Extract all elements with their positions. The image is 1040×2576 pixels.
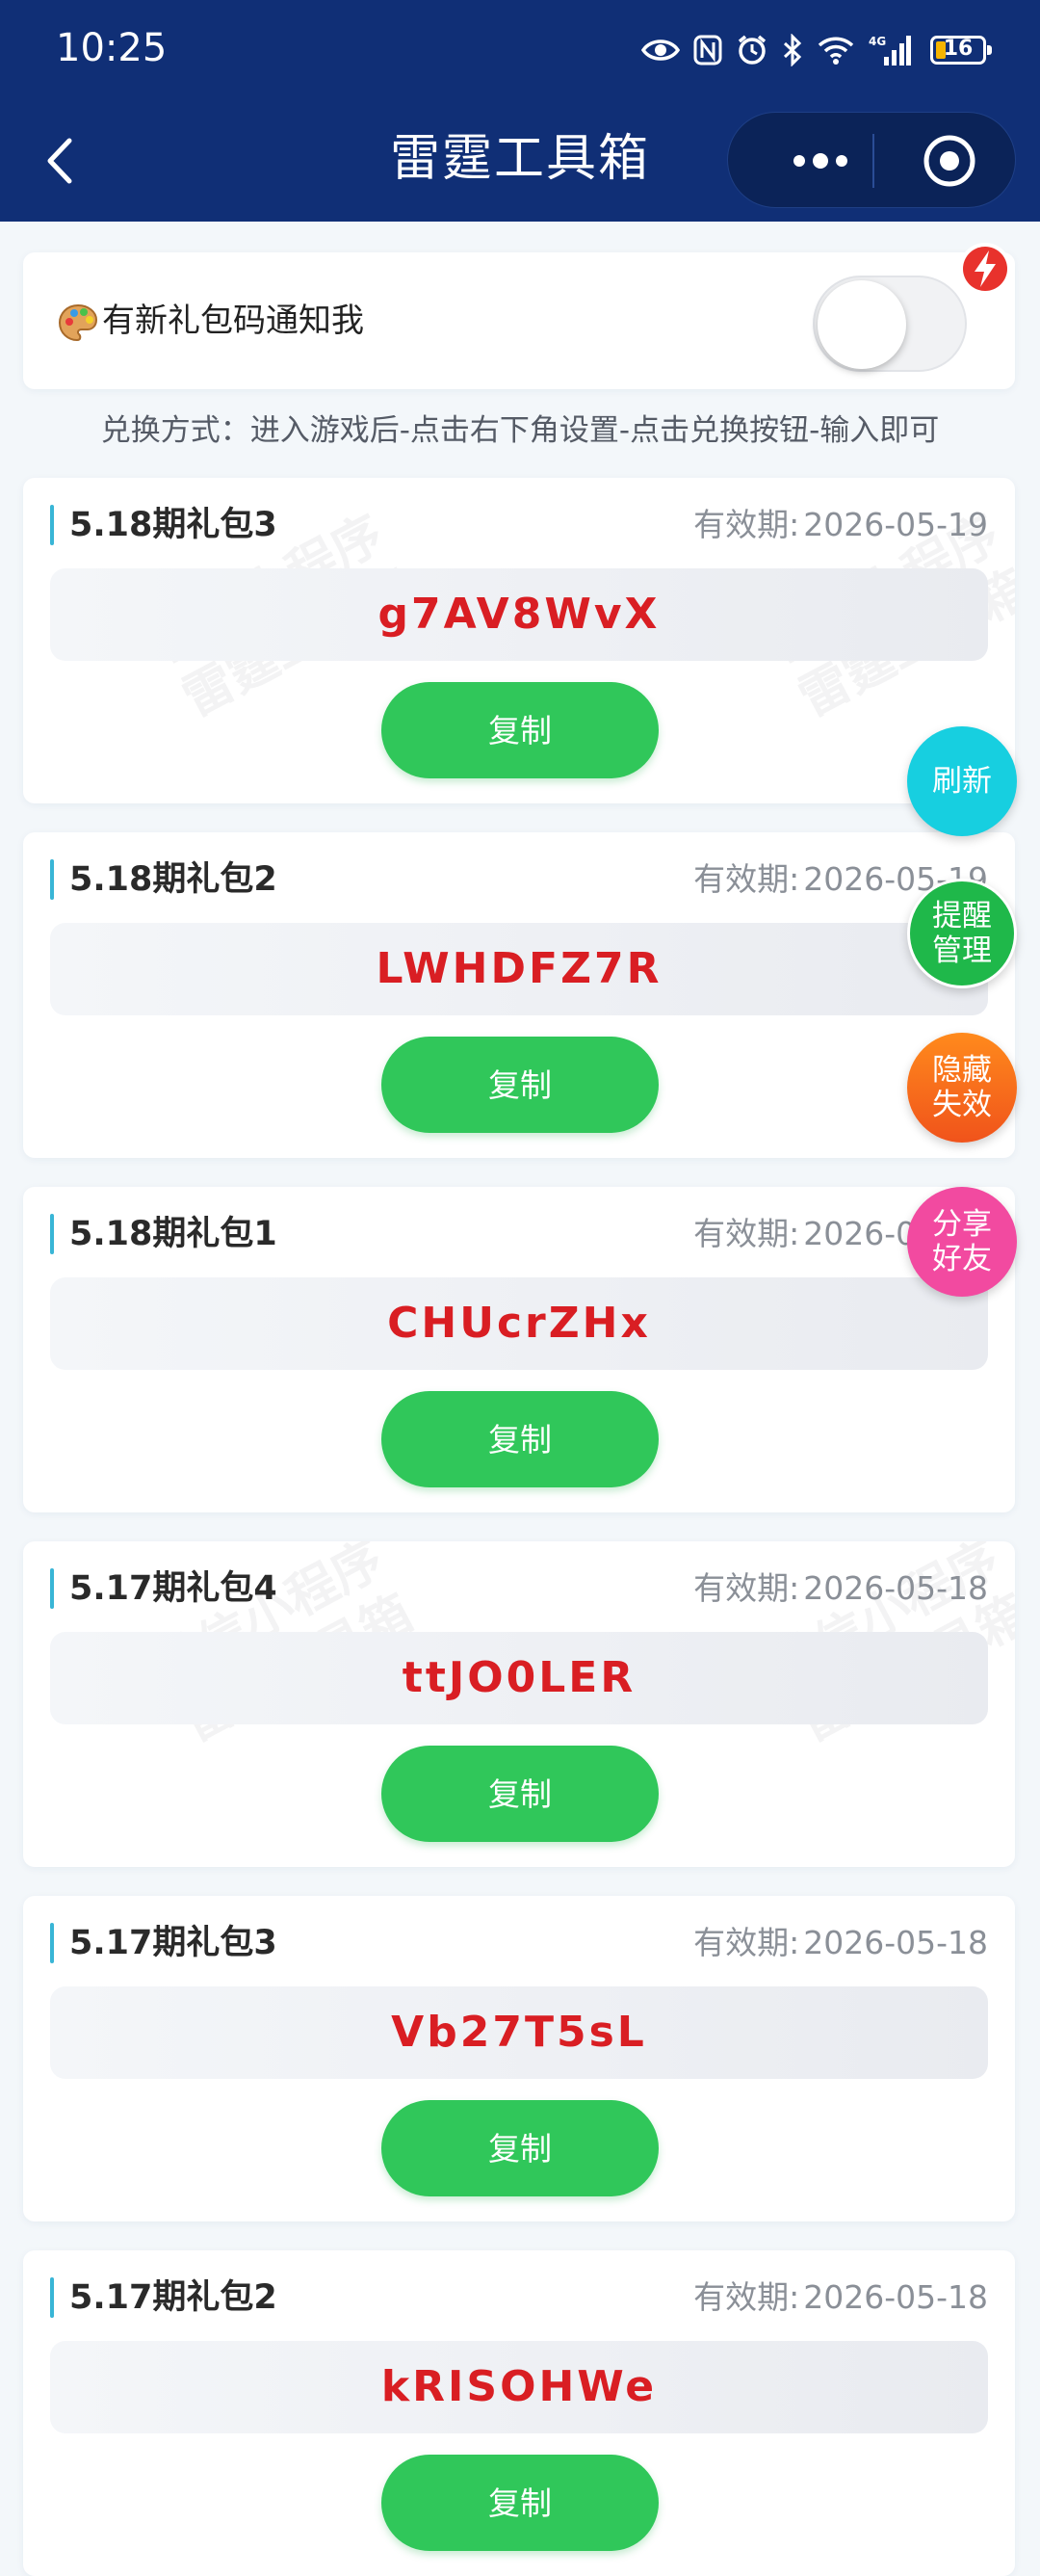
- gift-name: 5.18期礼包3: [69, 506, 277, 544]
- gift-code: LWHDFZ7R: [376, 944, 663, 993]
- bluetooth-icon: [783, 34, 802, 66]
- copy-button[interactable]: 复制: [381, 1746, 659, 1842]
- nav-bar: 雷霆工具箱: [0, 98, 1040, 222]
- refresh-button[interactable]: 刷新: [907, 726, 1017, 836]
- remind-label-1: 提醒: [932, 899, 992, 933]
- gift-card: 5.18期礼包1 有效期: 2026-05-19 CHUcrZHx 复制: [23, 1187, 1015, 1512]
- gift-code: kRISOHWe: [380, 2362, 658, 2411]
- gift-expire: 有效期: 2026-05-18: [693, 1569, 988, 1607]
- title-accent-bar: [50, 2277, 54, 2318]
- more-button[interactable]: [778, 145, 863, 176]
- share-friends-button[interactable]: 分享 好友: [907, 1187, 1017, 1297]
- gift-code: CHUcrZHx: [387, 1299, 651, 1348]
- notify-label: 有新礼包码通知我: [102, 302, 364, 340]
- title-accent-bar: [50, 505, 54, 545]
- remind-manage-button[interactable]: 提醒 管理: [907, 879, 1017, 988]
- gift-name: 5.17期礼包3: [69, 1924, 277, 1962]
- toggle-knob: [818, 280, 906, 369]
- gift-expire: 有效期: 2026-05-18: [693, 1924, 988, 1961]
- code-box[interactable]: kRISOHWe: [50, 2341, 988, 2433]
- battery-icon: 16: [930, 36, 992, 65]
- gift-card: 微信小程序雷霆工具箱 微信小程序雷霆工具箱 5.18期礼包3 有效期:2026-…: [23, 478, 1015, 803]
- copy-button[interactable]: 复制: [381, 1037, 659, 1133]
- status-time: 10:25: [56, 26, 168, 70]
- code-box[interactable]: LWHDFZ7R: [50, 923, 988, 1015]
- gift-name: 5.17期礼包2: [69, 2278, 277, 2317]
- title-accent-bar: [50, 1923, 54, 1963]
- battery-text: 16: [943, 37, 974, 61]
- hide-label-2: 失效: [932, 1088, 992, 1122]
- instruction-text: 兑换方式：进入游戏后-点击右下角设置-点击兑换按钮-输入即可: [100, 413, 940, 448]
- target-icon: [923, 135, 975, 187]
- code-box[interactable]: ttJO0LER: [50, 1632, 988, 1724]
- more-dots-icon: [793, 153, 847, 169]
- alarm-icon: [738, 35, 767, 65]
- title-accent-bar: [50, 1568, 54, 1609]
- svg-text:4G: 4G: [869, 35, 886, 48]
- title-accent-bar: [50, 859, 54, 900]
- gift-card: 5.17期礼包2 有效期: 2026-05-18 kRISOHWe 复制: [23, 2250, 1015, 2576]
- notify-row: 有新礼包码通知我: [58, 295, 364, 347]
- copy-button[interactable]: 复制: [381, 2100, 659, 2196]
- close-miniprogram-button[interactable]: [921, 132, 978, 190]
- hide-expired-button[interactable]: 隐藏 失效: [907, 1033, 1017, 1143]
- code-box[interactable]: Vb27T5sL: [50, 1986, 988, 2079]
- gift-card: 5.17期礼包3 有效期: 2026-05-18 Vb27T5sL 复制: [23, 1896, 1015, 2221]
- gift-code: Vb27T5sL: [391, 2008, 647, 2057]
- title-accent-bar: [50, 1214, 54, 1254]
- code-box[interactable]: CHUcrZHx: [50, 1277, 988, 1370]
- gift-name: 5.18期礼包2: [69, 860, 277, 899]
- gift-expire: 有效期: 2026-05-18: [693, 2278, 988, 2316]
- gift-code: ttJO0LER: [402, 1653, 637, 1702]
- notify-toggle[interactable]: [813, 276, 967, 372]
- gift-name: 5.18期礼包1: [69, 1215, 277, 1253]
- copy-button[interactable]: 复制: [381, 1391, 659, 1487]
- nfc-icon: [693, 35, 722, 66]
- hide-label-1: 隐藏: [932, 1053, 992, 1088]
- code-box[interactable]: g7AV8WvX: [50, 568, 988, 661]
- gift-card: 5.18期礼包2 有效期: 2026-05-19 LWHDFZ7R 复制: [23, 832, 1015, 1158]
- gift-expire: 有效期: 2026-05-19: [693, 506, 988, 543]
- flash-icon[interactable]: [957, 241, 1013, 297]
- palette-icon: [58, 303, 98, 341]
- miniprogram-capsule: [727, 112, 1016, 208]
- share-label-1: 分享: [932, 1207, 992, 1242]
- copy-button[interactable]: 复制: [381, 682, 659, 778]
- copy-button[interactable]: 复制: [381, 2455, 659, 2551]
- signal-4g-icon: 4G: [869, 35, 911, 66]
- gift-card: 微信小程序雷霆工具箱 微信小程序雷霆工具箱 5.17期礼包4 有效期:2026-…: [23, 1541, 1015, 1867]
- share-label-2: 好友: [932, 1242, 992, 1276]
- refresh-label: 刷新: [932, 764, 992, 799]
- wifi-icon: [818, 37, 854, 65]
- status-icons: 4G 16: [641, 29, 992, 71]
- notify-card: 有新礼包码通知我: [23, 252, 1015, 389]
- gift-code: g7AV8WvX: [377, 590, 661, 639]
- eye-icon: [641, 39, 680, 61]
- capsule-divider: [872, 134, 874, 188]
- gift-name: 5.17期礼包4: [69, 1569, 277, 1608]
- status-bar: 10:25 4G 16: [0, 0, 1040, 98]
- remind-label-2: 管理: [932, 933, 992, 968]
